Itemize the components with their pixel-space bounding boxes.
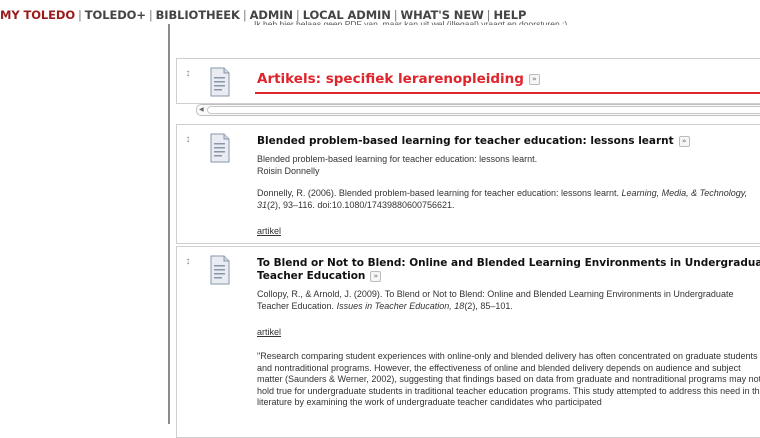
drag-handle-icon[interactable]: ↕ [183, 135, 193, 145]
document-icon [210, 133, 230, 163]
item-description: Blended problem-based learning for teach… [257, 154, 760, 177]
previous-item-text: Ik heb hier helaas geen PDF van, maar ka… [254, 19, 568, 25]
nav-bibliotheek[interactable]: BIBLIOTHEEK [156, 8, 240, 22]
item-title[interactable]: To Blend or Not to Blend: Online and Ble… [257, 257, 760, 283]
list-item: ↕ To Blend or Not to Blend: Online and B… [176, 246, 760, 438]
drag-handle-icon[interactable]: ↕ [183, 257, 193, 267]
item-title[interactable]: Blended problem-based learning for teach… [257, 135, 760, 148]
document-icon [210, 255, 230, 285]
document-icon [210, 67, 230, 97]
list-item: ↕ Blended problem-based learning for tea… [176, 124, 760, 244]
chevron-down-icon[interactable]: » [370, 270, 382, 282]
scrollbar-thumb[interactable] [207, 106, 760, 114]
item-citation: Donnelly, R. (2006). Blended problem-bas… [257, 188, 760, 211]
left-divider [168, 24, 170, 424]
chevron-down-icon[interactable]: » [528, 73, 540, 85]
item-author: Roisin Donnelly [257, 165, 320, 176]
chevron-down-icon[interactable]: » [678, 135, 690, 147]
item-citation: Collopy, R., & Arnold, J. (2009). To Ble… [257, 289, 760, 312]
citation-text: (2), 85–101. [464, 300, 513, 311]
item-content: To Blend or Not to Blend: Online and Ble… [257, 257, 760, 409]
nav-separator: | [242, 8, 247, 22]
horizontal-scrollbar[interactable]: ◀ [196, 104, 760, 116]
scroll-left-arrow-icon[interactable]: ◀ [199, 106, 204, 114]
item-title-text[interactable]: To Blend or Not to Blend: Online and Ble… [257, 257, 760, 270]
section-underline [255, 92, 760, 94]
item-abstract: "Research comparing student experiences … [257, 351, 760, 407]
artikel-link[interactable]: artikel [257, 226, 281, 236]
citation-text: (2), 93–116. doi:10.1080/174398806007566… [267, 199, 455, 210]
drag-handle-icon[interactable]: ↕ [183, 69, 193, 79]
item-title-text[interactable]: Blended problem-based learning for teach… [257, 135, 674, 147]
section-title: Artikels: specifiek lerarenopleiding » [257, 71, 540, 87]
nav-toledo-plus[interactable]: TOLEDO+ [85, 8, 146, 22]
citation-text: Donnelly, R. (2006). Blended problem-bas… [257, 188, 622, 198]
nav-separator: | [78, 8, 82, 22]
citation-journal: Issues in Teacher Education, 18 [336, 300, 465, 311]
item-description-line: Blended problem-based learning for teach… [257, 154, 538, 164]
nav-my-toledo[interactable]: MY TOLEDO [0, 8, 75, 22]
nav-separator: | [148, 8, 153, 22]
section-title-text: Artikels: specifiek lerarenopleiding [257, 71, 524, 87]
item-content: Blended problem-based learning for teach… [257, 135, 760, 239]
section-header-frame: ↕ Artikels: specifiek lerarenopleiding » [176, 58, 760, 104]
item-title-text[interactable]: Teacher Education [257, 270, 365, 282]
artikel-link[interactable]: artikel [257, 327, 281, 337]
